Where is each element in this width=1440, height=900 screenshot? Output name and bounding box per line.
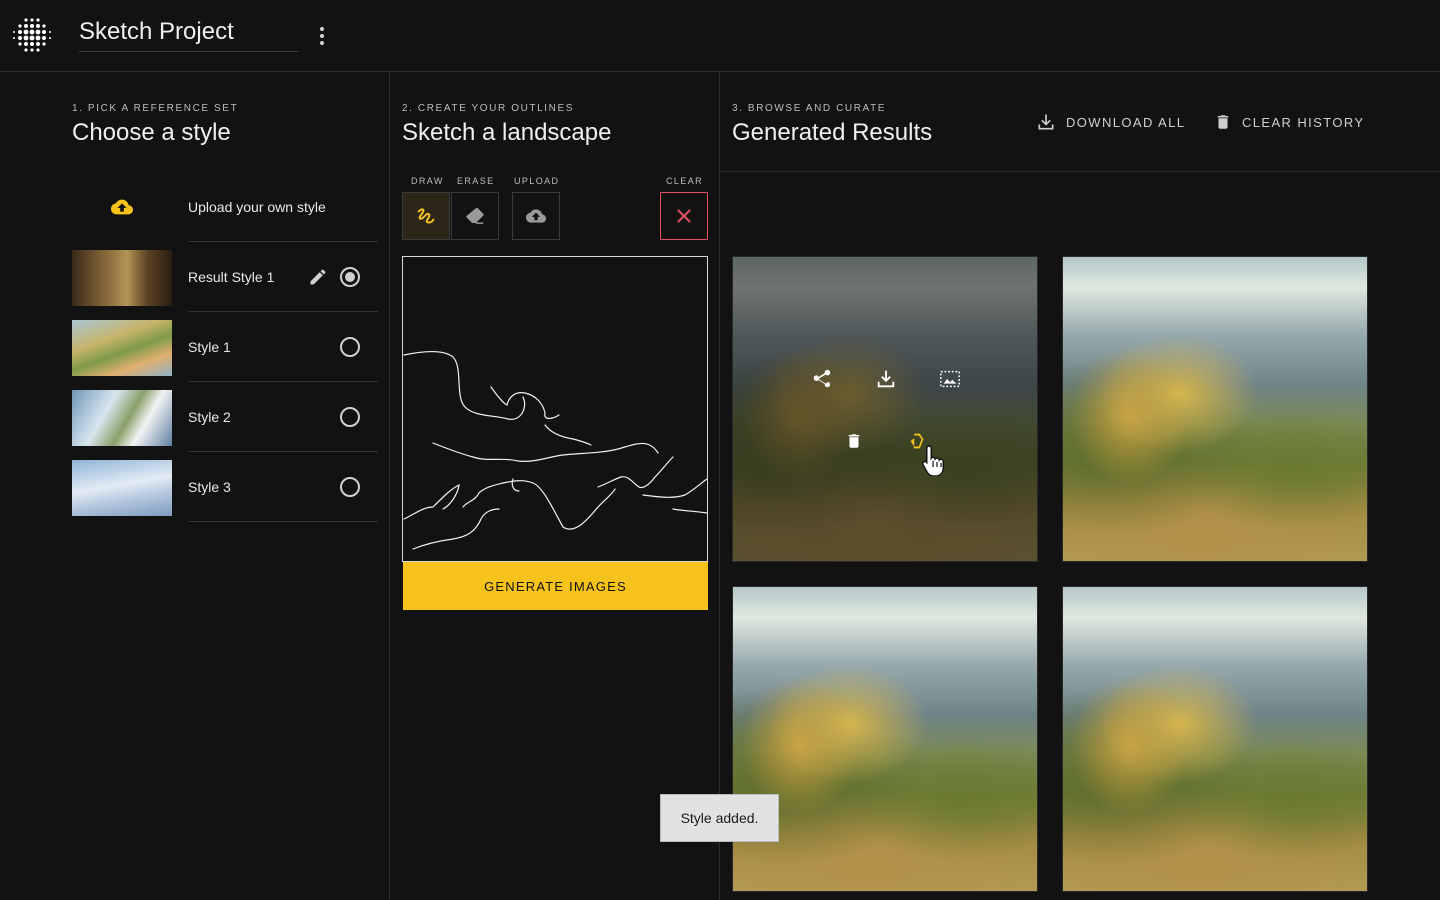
style-row-style-1[interactable]: Style 1 — [72, 312, 378, 382]
clear-history-label: CLEAR HISTORY — [1242, 114, 1365, 130]
style-radio[interactable] — [340, 407, 360, 427]
style-radio-selected[interactable] — [340, 267, 360, 287]
step-1-label: 1. PICK A REFERENCE SET — [72, 103, 239, 114]
dot-grid-logo-icon[interactable] — [12, 16, 52, 56]
step-3-title: Generated Results — [732, 119, 933, 146]
sketch-strokes — [403, 350, 708, 550]
download-icon — [1038, 114, 1054, 130]
generated-painting — [1063, 587, 1367, 891]
style-row-result-style-1[interactable]: Result Style 1 — [72, 242, 378, 312]
clear-canvas-button[interactable] — [660, 192, 708, 240]
step-2-label: 2. CREATE YOUR OUTLINES — [402, 103, 575, 114]
result-image-1[interactable] — [732, 256, 1038, 562]
column-divider — [389, 72, 390, 900]
result-image-4[interactable] — [1062, 586, 1368, 892]
style-row-style-2[interactable]: Style 2 — [72, 382, 378, 452]
download-all-button[interactable]: DOWNLOAD ALL — [1036, 110, 1185, 134]
draw-tool-label: DRAW — [411, 176, 444, 186]
clear-tool-label: CLEAR — [666, 176, 704, 186]
style-thumbnail — [72, 320, 172, 376]
generated-painting — [733, 587, 1037, 891]
upload-style-label: Upload your own style — [188, 199, 326, 215]
clear-history-button[interactable]: CLEAR HISTORY — [1214, 110, 1364, 134]
column-divider — [719, 72, 720, 900]
upload-tool-label: UPLOAD — [514, 176, 560, 186]
share-icon[interactable] — [810, 367, 834, 391]
style-radio[interactable] — [340, 477, 360, 497]
divider — [720, 171, 1440, 172]
eraser-icon — [466, 207, 484, 224]
image-hover-overlay — [733, 257, 1037, 561]
erase-tool-label: ERASE — [457, 176, 495, 186]
download-all-label: DOWNLOAD ALL — [1066, 114, 1186, 130]
sketch-canvas[interactable] — [402, 256, 708, 562]
style-thumbnail — [72, 390, 172, 446]
style-label: Style 1 — [188, 339, 231, 355]
result-image-3[interactable] — [732, 586, 1038, 892]
style-label: Style 3 — [188, 479, 231, 495]
style-radio[interactable] — [340, 337, 360, 357]
upload-sketch-button[interactable] — [512, 192, 560, 240]
generate-images-button[interactable]: GENERATE IMAGES — [403, 562, 708, 610]
cloud-upload-icon — [111, 199, 133, 215]
trash-icon[interactable] — [842, 429, 866, 453]
project-title-input[interactable]: Sketch Project — [79, 16, 299, 52]
result-image-2[interactable] — [1062, 256, 1368, 562]
step-2-title: Sketch a landscape — [402, 119, 612, 146]
more-vert-icon[interactable] — [312, 24, 332, 48]
upload-style-row[interactable]: Upload your own style — [72, 172, 378, 242]
pencil-icon[interactable] — [308, 267, 328, 287]
generated-painting — [1063, 257, 1367, 561]
download-icon[interactable] — [874, 367, 898, 391]
cloud-upload-icon — [526, 209, 546, 223]
draw-button[interactable] — [402, 192, 450, 240]
step-1-title: Choose a style — [72, 119, 231, 146]
squiggle-draw-icon — [417, 208, 435, 224]
close-icon — [677, 209, 691, 223]
style-label: Style 2 — [188, 409, 231, 425]
style-thumbnail — [72, 460, 172, 516]
set-as-style-icon[interactable] — [938, 367, 962, 391]
style-row-style-3[interactable]: Style 3 — [72, 452, 378, 522]
divider — [188, 521, 378, 522]
step-3-label: 3. BROWSE AND CURATE — [732, 103, 887, 114]
style-label: Result Style 1 — [188, 269, 275, 285]
toast-notification: Style added. — [660, 794, 779, 842]
style-thumbnail — [72, 250, 172, 306]
top-bar: Sketch Project — [0, 0, 1440, 72]
trash-icon — [1217, 115, 1229, 129]
erase-button[interactable] — [451, 192, 499, 240]
hand-cursor-icon — [919, 443, 949, 477]
